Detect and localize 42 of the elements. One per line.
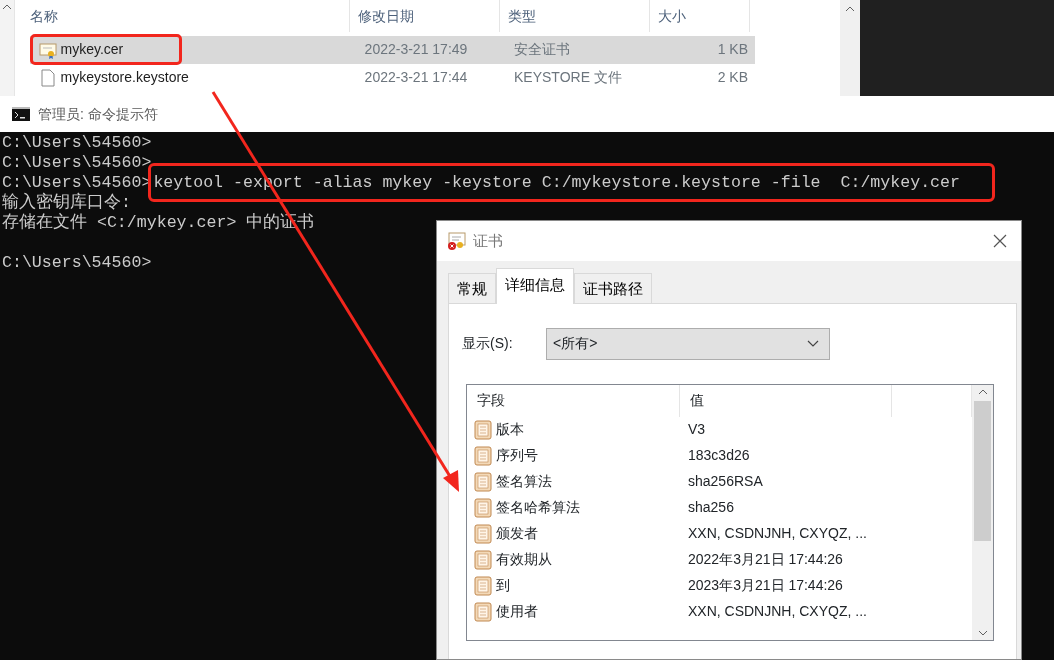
- field-name[interactable]: 到: [495, 575, 510, 596]
- field-name[interactable]: 序列号: [495, 445, 538, 466]
- file-name: mykeystore.keystore: [60, 68, 189, 87]
- column-header[interactable]: 字段: [477, 390, 505, 411]
- field-name[interactable]: 签名算法: [495, 471, 552, 492]
- field-name[interactable]: 颁发者: [495, 523, 538, 544]
- column-header[interactable]: 修改日期: [358, 5, 414, 27]
- file-row[interactable]: mykeystore.keystore 2022-3-21 17:44 KEYSTORE 文件 2 KB: [30, 63, 755, 92]
- field-name[interactable]: 签名哈希算法: [495, 497, 580, 518]
- file-name: mykey.cer: [60, 40, 124, 59]
- tab[interactable]: 证书路径: [574, 273, 652, 303]
- field-value: V3: [688, 421, 706, 437]
- modified-date: 2022-3-21 17:44: [364, 69, 468, 85]
- field-value: sha256RSA: [688, 473, 763, 489]
- field-value: XXN, CSDNJNH, CXYQZ, ...: [688, 525, 867, 541]
- tab[interactable]: 常规: [448, 273, 496, 303]
- column-header[interactable]: 大小: [658, 5, 686, 27]
- field-name[interactable]: 有效期从: [495, 549, 552, 570]
- window-title: 管理员: 命令提示符: [38, 104, 158, 124]
- field-value: XXN, CSDNJNH, CXYQZ, ...: [688, 603, 867, 619]
- tab[interactable]: 详细信息: [496, 268, 574, 304]
- column-header[interactable]: 类型: [508, 5, 536, 27]
- field-name[interactable]: 使用者: [495, 601, 538, 622]
- file-size: 1 KB: [717, 41, 748, 57]
- field-value: 2022年3月21日 17:44:26: [688, 551, 843, 567]
- console-text: C:\Users\54560>: [2, 253, 152, 272]
- field-label: 显示(S):: [462, 334, 514, 353]
- file-size: 2 KB: [717, 69, 748, 85]
- field-value: 2023年3月21日 17:44:26: [688, 577, 843, 593]
- console-text: 输入密钥库口令:: [2, 193, 131, 212]
- column-header[interactable]: 值: [690, 390, 705, 411]
- show-dropdown[interactable]: <所有>: [546, 327, 830, 360]
- console-text: C:\Users\54560>: [2, 133, 152, 152]
- field-name[interactable]: 版本: [495, 419, 524, 440]
- column-header[interactable]: 名称: [30, 5, 58, 27]
- modified-date: 2022-3-21 17:49: [364, 41, 468, 57]
- window-title: 证书: [473, 230, 503, 251]
- field-value: 183c3d26: [688, 447, 750, 463]
- file-row[interactable]: mykey.cer 2022-3-21 17:49 安全证书 1 KB: [30, 35, 755, 64]
- file-type: 安全证书: [514, 41, 570, 57]
- field-value: sha256: [688, 499, 734, 515]
- file-type: KEYSTORE 文件: [514, 69, 622, 85]
